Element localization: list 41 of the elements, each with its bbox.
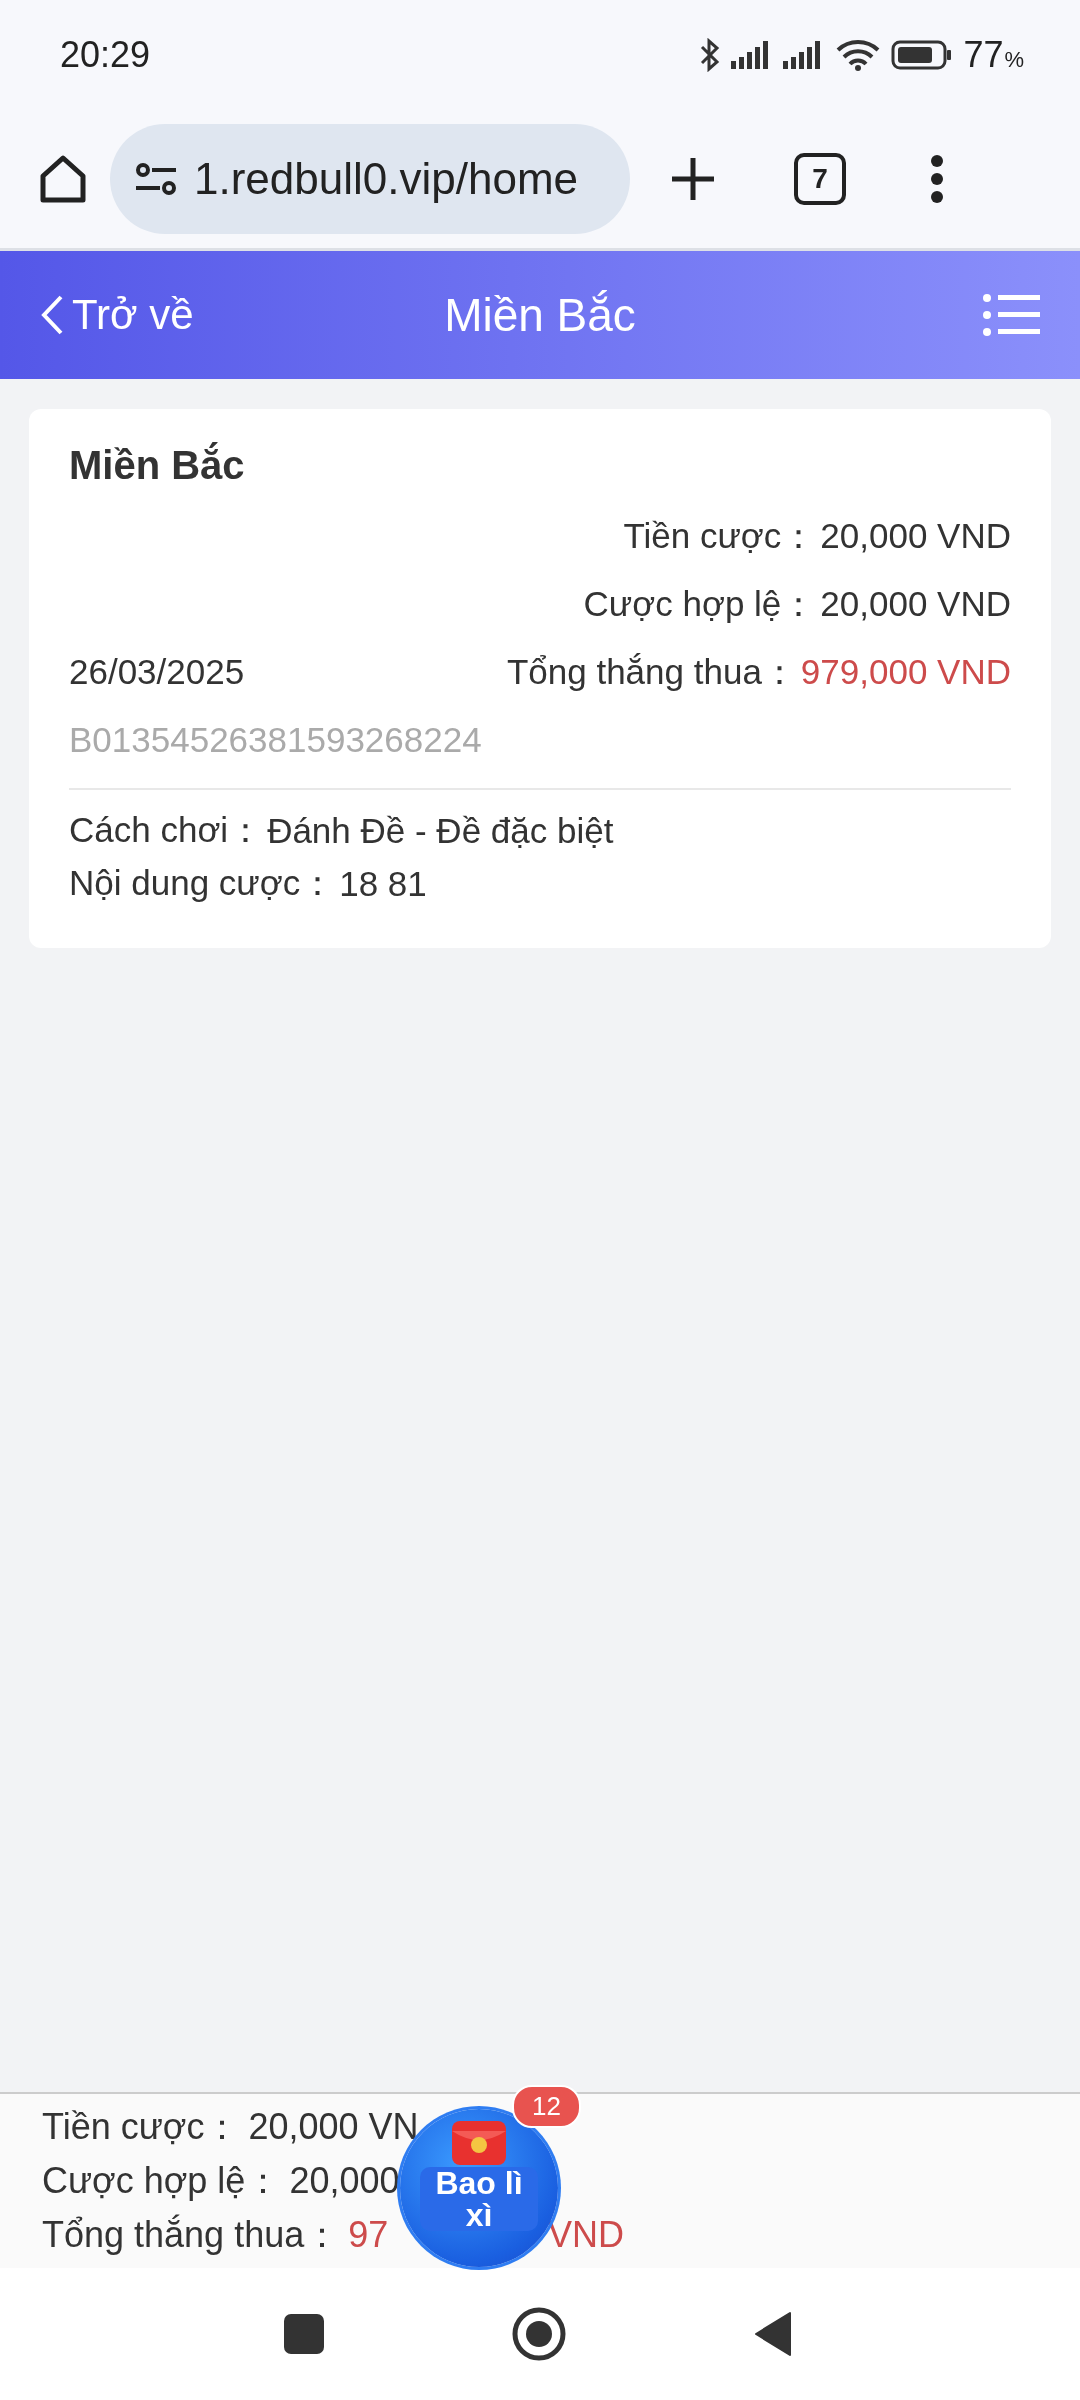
more-icon (930, 154, 944, 204)
page-title: Miền Bắc (444, 288, 636, 342)
amount-value: 20,000 (289, 2160, 400, 2202)
site-settings-icon (134, 162, 178, 196)
field-label: Tiền cược： (42, 2104, 241, 2149)
chevron-left-icon (40, 294, 64, 336)
field-value: Đánh Đề - Đề đặc biệt (267, 810, 614, 851)
address-bar[interactable]: 1.redbull0.vip/home (110, 124, 630, 234)
field-value: 18 81 (339, 863, 427, 904)
field-label: Tổng thắng thua： (42, 2212, 341, 2257)
home-button[interactable] (38, 154, 88, 204)
wifi-icon (835, 39, 882, 71)
circle-icon (512, 2307, 566, 2361)
field-label: Cược hợp lệ： (583, 582, 817, 625)
amount-value: 97 (348, 2214, 389, 2256)
menu-button[interactable] (930, 154, 944, 204)
plus-icon (670, 156, 716, 202)
amount-value: 979,000 VND (800, 652, 1011, 692)
bet-id: B01354526381593268224 (69, 719, 483, 761)
field-label: Cách chơi： (69, 809, 264, 851)
triangle-icon (754, 2311, 792, 2357)
count-badge: 12 (512, 2085, 581, 2128)
square-icon (284, 2314, 324, 2354)
new-tab-button[interactable] (670, 156, 716, 202)
back-button[interactable]: Trở về (40, 291, 194, 339)
home-icon (38, 154, 88, 204)
amount-value: 20,000 VND (820, 584, 1011, 624)
field-label: Cược hợp lệ： (42, 2158, 282, 2203)
card-title: Miền Bắc (69, 443, 246, 488)
tab-count-button[interactable]: 7 (794, 153, 846, 205)
clock-time: 20:29 (60, 34, 152, 76)
field-label: Nội dung cược： (69, 862, 336, 904)
battery-icon (891, 40, 954, 70)
bluetooth-icon (699, 38, 722, 72)
field-label: Tổng thắng thua： (506, 650, 797, 693)
amount-value: 20,000 VND (820, 516, 1011, 556)
bet-date: 26/03/2025 (69, 652, 245, 692)
field-label: Tiền cược： (623, 514, 817, 557)
battery-percentage: 77% (963, 34, 1024, 76)
url-text: 1.redbull0.vip/home (194, 154, 578, 204)
list-icon (982, 293, 1040, 337)
